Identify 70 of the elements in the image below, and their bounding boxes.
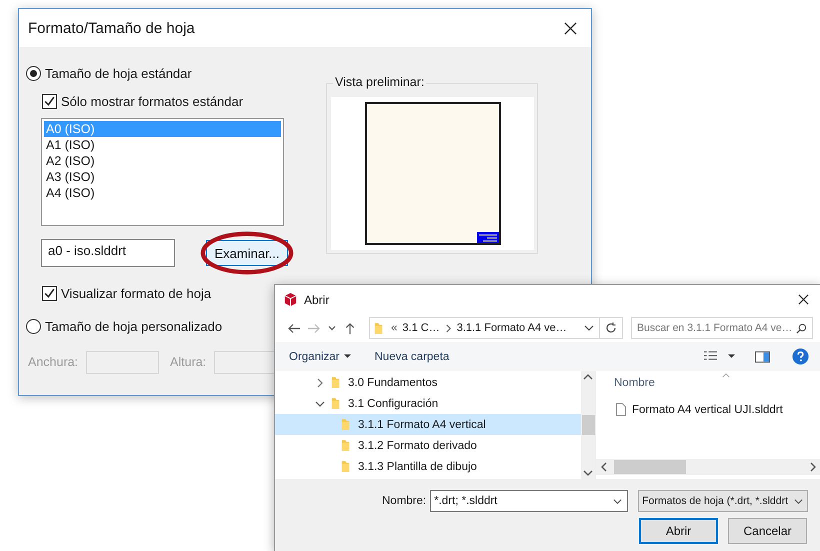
- checkbox-option[interactable]: Sólo mostrar formatos estándar: [42, 92, 318, 110]
- chevron-right-icon[interactable]: [315, 378, 325, 388]
- folder-tree-item[interactable]: 3.1.2 Formato derivado: [275, 435, 581, 456]
- chevron-down-icon: [613, 496, 622, 506]
- view-list-icon[interactable]: [703, 350, 718, 363]
- list-item[interactable]: A3 (ISO): [44, 169, 281, 185]
- file-field[interactable]: a0 - iso.slddrt: [41, 239, 175, 267]
- file-type-dropdown[interactable]: Formatos de hoja (*.drt, *.slddrt: [638, 490, 808, 512]
- breadcrumb[interactable]: 3.1 C…: [402, 322, 440, 334]
- new-folder-button[interactable]: Nueva carpeta: [374, 350, 450, 362]
- chevron-down-icon[interactable]: [315, 398, 325, 408]
- organize-menu-button[interactable]: Organizar: [289, 350, 350, 362]
- open-button[interactable]: Abrir: [639, 518, 718, 544]
- folder-icon: [374, 322, 383, 334]
- preview-pane-icon[interactable]: [755, 350, 770, 362]
- list-item[interactable]: A4 (ISO): [44, 185, 281, 201]
- folder-tree-item[interactable]: 3.1 Configuración: [275, 393, 581, 414]
- checkmark-icon: [43, 286, 56, 300]
- folder-tree-item[interactable]: 3.0 Fundamentos: [275, 372, 581, 393]
- window-title: Formato/Tamaño de hoja: [28, 20, 196, 36]
- app-icon: [283, 292, 298, 307]
- folder-icon: [331, 376, 340, 389]
- back-arrow-icon[interactable]: [287, 322, 301, 334]
- folder-tree-item[interactable]: 3.1.1 Formato A4 vertical: [275, 414, 581, 435]
- sort-caret-icon[interactable]: [722, 373, 730, 378]
- list-item[interactable]: A1 (ISO): [44, 137, 281, 153]
- folder-icon: [331, 397, 340, 410]
- scroll-thumb[interactable]: [614, 460, 686, 474]
- group-title: Vista preliminar:: [333, 75, 426, 89]
- scrollbar[interactable]: [581, 371, 595, 479]
- file-icon: [616, 403, 626, 416]
- overflow-glyph[interactable]: «: [391, 322, 398, 334]
- scroll-thumb[interactable]: [582, 415, 594, 435]
- close-icon[interactable]: [798, 294, 809, 305]
- scrollbar[interactable]: [596, 459, 820, 475]
- chevron-down-icon: [794, 496, 804, 506]
- file-name-field[interactable]: *.drt; *.slddrt: [430, 490, 628, 512]
- field-label: Altura:: [170, 355, 206, 369]
- browse-button[interactable]: Examinar...: [206, 240, 288, 266]
- window-title: Abrir: [304, 292, 330, 306]
- scroll-right-icon[interactable]: [809, 462, 817, 472]
- checkmark-icon: [43, 94, 56, 108]
- up-arrow-icon[interactable]: [343, 322, 357, 334]
- folder-icon: [341, 439, 350, 452]
- folder-tree-item[interactable]: 3.1.3 Plantilla de dibujo: [275, 456, 581, 477]
- help-icon[interactable]: [792, 348, 809, 365]
- chevron-right-icon[interactable]: [444, 324, 452, 332]
- caret-icon: [344, 354, 350, 359]
- breadcrumb[interactable]: 3.1.1 Formato A4 ve…: [456, 322, 567, 334]
- radio-option[interactable]: Tamaño de hoja estándar: [26, 64, 318, 82]
- chevron-down-icon[interactable]: [584, 323, 594, 333]
- search-field[interactable]: Buscar en 3.1.1 Formato A4 ve…: [631, 317, 813, 339]
- radio-option[interactable]: Tamaño de hoja personalizado: [26, 317, 318, 335]
- folder-icon: [341, 460, 350, 473]
- address-bar[interactable]: « 3.1 C… 3.1.1 Formato A4 ve…: [369, 317, 623, 339]
- scroll-left-icon[interactable]: [600, 462, 608, 472]
- field-label: Nombre:: [382, 495, 426, 507]
- cancel-button[interactable]: Cancelar: [728, 518, 807, 544]
- list-item[interactable]: A2 (ISO): [44, 153, 281, 169]
- column-header[interactable]: Nombre: [614, 377, 820, 389]
- close-icon[interactable]: [564, 22, 577, 34]
- search-icon: [796, 322, 807, 334]
- width-field[interactable]: [86, 350, 160, 374]
- refresh-icon: [605, 322, 617, 334]
- file-item[interactable]: Formato A4 vertical UJI.slddrt: [616, 403, 820, 416]
- caret-icon[interactable]: [728, 354, 735, 359]
- scroll-down-icon[interactable]: [583, 469, 593, 477]
- field-label: Anchura:: [28, 355, 78, 369]
- folder-icon: [341, 418, 350, 431]
- scroll-up-icon[interactable]: [583, 373, 593, 381]
